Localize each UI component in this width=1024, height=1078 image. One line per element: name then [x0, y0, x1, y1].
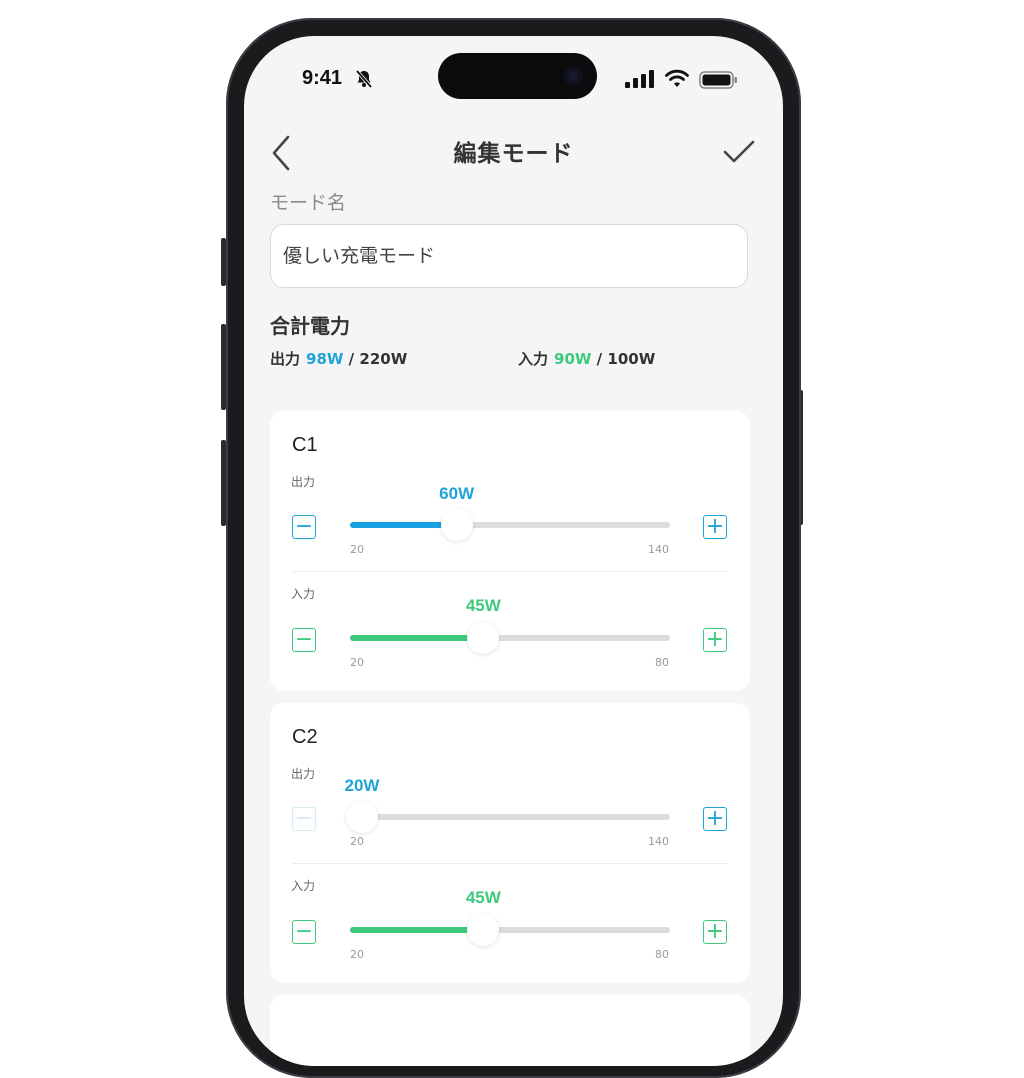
- port-card-next: [270, 995, 750, 1066]
- port-card-c1: C1 出力 60W − + 20 140 入力 45W − + 20 80: [270, 411, 750, 691]
- input-min-label: 20: [350, 656, 364, 669]
- signal-icon: [625, 70, 654, 88]
- mode-name-input[interactable]: 優しい充電モード: [270, 224, 748, 288]
- bell-slash-icon: [355, 69, 373, 89]
- total-output-label: 出力: [270, 350, 301, 368]
- total-input-separator: /: [596, 350, 603, 368]
- input-label: 入力: [291, 879, 316, 893]
- battery-icon: [699, 71, 737, 89]
- output-increase-button[interactable]: +: [703, 515, 727, 539]
- total-output-summary: 出力 98W / 220W: [270, 348, 407, 369]
- input-max-label: 80: [655, 948, 669, 961]
- input-slider[interactable]: [350, 914, 670, 946]
- output-max-label: 140: [648, 543, 669, 556]
- phone-screen: 9:41 編集モード モード名 優しい充電モード 合計電力 出力 98W / 22…: [244, 36, 783, 1066]
- input-slider-thumb[interactable]: [467, 914, 500, 946]
- output-max-label: 140: [648, 835, 669, 848]
- port-card-c2: C2 出力 20W − + 20 140 入力 45W − + 20 80: [270, 703, 750, 983]
- input-decrease-button[interactable]: −: [292, 628, 316, 652]
- total-power-title: 合計電力: [270, 314, 350, 338]
- output-slider-thumb[interactable]: [440, 509, 473, 541]
- input-value-label: 45W: [465, 888, 501, 907]
- output-min-label: 20: [350, 835, 364, 848]
- output-slider[interactable]: [350, 509, 670, 541]
- output-min-label: 20: [350, 543, 364, 556]
- input-slider[interactable]: [350, 622, 670, 654]
- output-decrease-button[interactable]: −: [292, 515, 316, 539]
- total-output-separator: /: [348, 350, 355, 368]
- input-increase-button[interactable]: +: [703, 920, 727, 944]
- mode-name-label: モード名: [270, 192, 347, 214]
- total-input-label: 入力: [518, 350, 549, 368]
- port-name: C2: [292, 726, 318, 748]
- output-label: 出力: [291, 475, 316, 489]
- input-slider-fill: [350, 927, 484, 933]
- total-input-max: 100W: [607, 350, 656, 368]
- total-input-summary: 入力 90W / 100W: [518, 348, 655, 369]
- output-label: 出力: [291, 767, 316, 781]
- output-slider[interactable]: [346, 801, 670, 833]
- total-output-value: 98W: [306, 350, 344, 368]
- input-increase-button[interactable]: +: [703, 628, 727, 652]
- status-time: 9:41: [302, 67, 343, 89]
- wifi-icon: [665, 69, 689, 87]
- output-increase-button[interactable]: +: [703, 807, 727, 831]
- page-title: 編集モード: [453, 141, 574, 167]
- input-value-label: 45W: [465, 596, 501, 615]
- check-icon[interactable]: [722, 137, 756, 167]
- total-output-max: 220W: [359, 350, 408, 368]
- input-slider-thumb[interactable]: [467, 622, 500, 654]
- front-camera: [564, 67, 582, 85]
- port-name: C1: [292, 434, 318, 456]
- section-divider: [292, 571, 728, 572]
- output-value-label: 60W: [439, 484, 475, 503]
- input-max-label: 80: [655, 656, 669, 669]
- output-value-label: 20W: [344, 776, 380, 795]
- section-divider: [292, 863, 728, 864]
- input-slider-fill: [350, 635, 484, 641]
- input-min-label: 20: [350, 948, 364, 961]
- output-decrease-button[interactable]: −: [292, 807, 316, 831]
- output-slider-thumb[interactable]: [346, 801, 378, 833]
- input-decrease-button[interactable]: −: [292, 920, 316, 944]
- total-input-value: 90W: [554, 350, 592, 368]
- input-label: 入力: [291, 587, 316, 601]
